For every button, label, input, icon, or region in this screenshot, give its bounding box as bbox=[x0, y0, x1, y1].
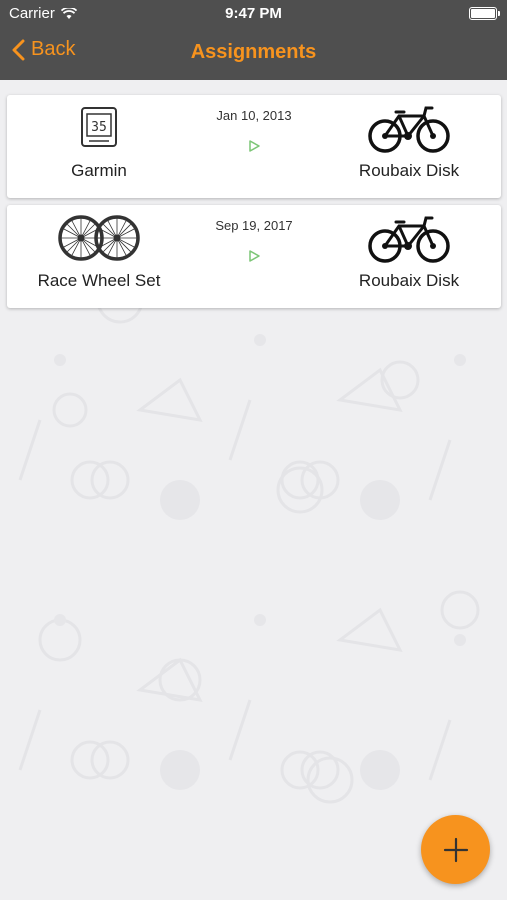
play-arrow-icon bbox=[249, 140, 260, 152]
garmin-device-icon: 35 bbox=[7, 102, 191, 154]
page-title: Assignments bbox=[190, 41, 317, 63]
assignment-to-label: Roubaix Disk bbox=[358, 161, 460, 180]
nav-bar: Back Assignments bbox=[0, 28, 507, 80]
assignment-from-label: Race Wheel Set bbox=[37, 271, 161, 290]
battery-icon bbox=[469, 7, 500, 20]
garmin-reading: 35 bbox=[91, 120, 107, 135]
assignment-from: Race Wheel Set bbox=[7, 205, 191, 308]
status-bar: Carrier 9:47 PM bbox=[0, 0, 507, 28]
background-pattern bbox=[0, 80, 507, 900]
plus-icon bbox=[443, 837, 468, 862]
assignment-to-label: Roubaix Disk bbox=[358, 271, 460, 290]
assignment-date: Sep 19, 2017 bbox=[215, 218, 293, 233]
assignment-from-label: Garmin bbox=[71, 161, 127, 180]
header: Carrier 9:47 PM Back Assignments bbox=[0, 0, 507, 80]
assignment-date: Jan 10, 2013 bbox=[216, 108, 292, 123]
assignment-card[interactable]: 35 Garmin Jan 10, 2013 Roubaix Disk bbox=[7, 95, 501, 198]
road-bike-icon bbox=[317, 102, 501, 154]
assignment-to: Roubaix Disk bbox=[317, 95, 501, 198]
assignment-from: 35 Garmin bbox=[7, 95, 191, 198]
add-assignment-button[interactable] bbox=[421, 815, 490, 884]
status-time: 9:47 PM bbox=[225, 5, 282, 22]
road-bike-icon bbox=[317, 212, 501, 264]
play-arrow-icon bbox=[249, 250, 260, 262]
assignment-card[interactable]: Race Wheel Set Sep 19, 2017 Roubaix Disk bbox=[7, 205, 501, 308]
wheel-set-icon bbox=[7, 212, 191, 264]
assignment-to: Roubaix Disk bbox=[317, 205, 501, 308]
